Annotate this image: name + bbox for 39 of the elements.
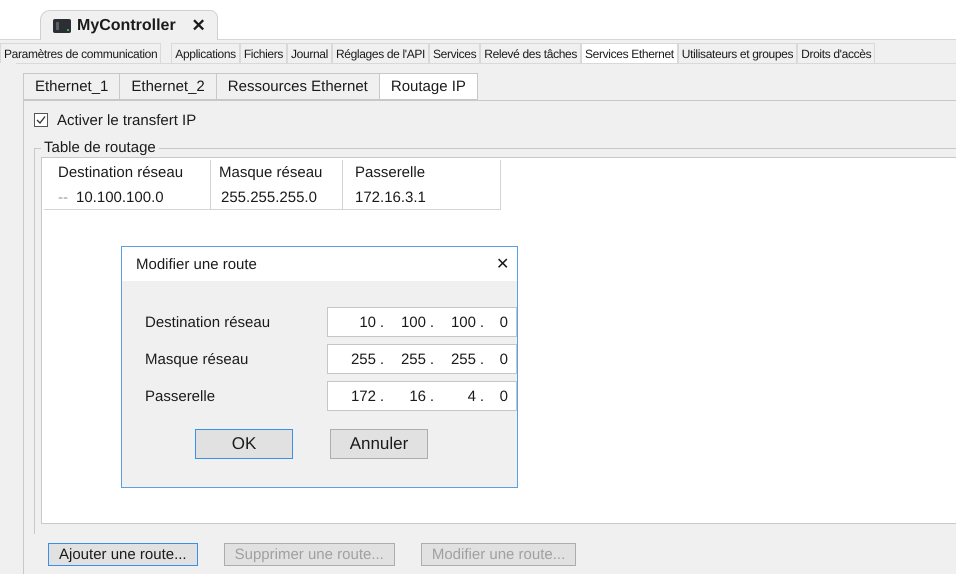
close-icon[interactable]: ✕ [192,15,206,36]
tab[interactable]: Fichiers [240,43,288,63]
column-header: Masque réseau [210,160,342,183]
row-marker: -- [58,188,68,206]
field-label: Masque réseau [145,350,250,368]
tab[interactable]: Ethernet_2 [119,73,216,100]
table-cell: 172.16.3.1 [342,183,500,209]
checkbox[interactable] [34,113,48,127]
dialog-button[interactable]: Annuler [330,429,428,459]
dialog-button[interactable]: OK [195,429,293,459]
dialog-title: Modifier une route [136,256,257,272]
tab[interactable]: Journal [287,43,332,63]
column-header: Passerelle [342,160,500,183]
column-header: Destination réseau [57,163,184,183]
tab[interactable]: Routage IP [378,73,478,100]
field-label: Passerelle [145,388,216,404]
tab[interactable]: Services Ethernet [581,43,678,63]
tab[interactable]: Ethernet_1 [23,73,120,100]
group-title: Table de routage [41,139,159,156]
tab[interactable]: Réglages de l'API [332,43,430,63]
tab[interactable]: Paramètres de communication [0,43,162,63]
ip-address-field[interactable]: 10 . 100 . 100 . 0 [327,307,517,337]
close-icon[interactable]: ✕ [496,254,509,274]
tab[interactable]: Utilisateurs et groupes [678,43,798,63]
route-button[interactable]: Ajouter une route... [48,543,198,566]
document-title: MyController [77,16,176,34]
tab[interactable]: Services [429,43,480,63]
tab[interactable]: Droits d'accès [797,43,876,63]
tab[interactable]: Relevé des tâches [480,43,582,63]
controller-icon [53,18,71,32]
tab[interactable]: Applications [171,43,240,63]
cell-text: 10.100.100.0 [76,188,164,206]
ip-address-field[interactable]: 255 . 255 . 255 . 0 [327,344,517,374]
field-label: Destination réseau [145,314,272,330]
table-cell: 255.255.255.0 [210,183,342,209]
ip-address-field[interactable]: 172 . 16 . 4 . 0 [327,381,517,411]
document-tab[interactable]: MyController ✕ [40,10,218,40]
tab[interactable]: Ressources Ethernet [216,73,379,100]
checkbox-label: Activer le transfert IP [57,112,196,128]
